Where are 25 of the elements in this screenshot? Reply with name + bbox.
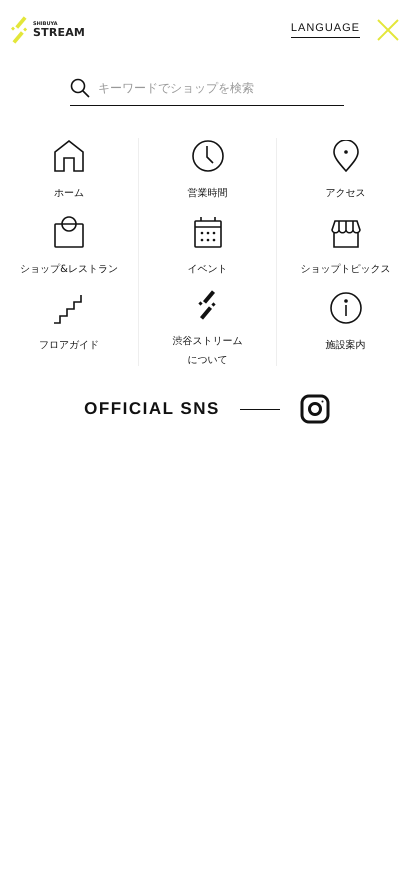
logo-mark-icon bbox=[198, 290, 218, 320]
menu-item[interactable]: フロアガイド bbox=[39, 290, 99, 362]
storefront-icon bbox=[330, 220, 360, 248]
calendar-icon bbox=[194, 216, 222, 248]
stairs-icon bbox=[54, 294, 84, 324]
location-pin-icon bbox=[332, 140, 358, 172]
search-icon bbox=[70, 78, 90, 98]
menu-item[interactable]: 施設案内 bbox=[326, 290, 366, 362]
shopping-bag-icon bbox=[54, 216, 84, 248]
sns-heading: OFFICIAL SNS bbox=[84, 399, 220, 419]
clock-icon bbox=[192, 140, 224, 172]
menu-item[interactable]: ショップトピックス bbox=[300, 214, 390, 286]
logo-title: STREAM bbox=[33, 27, 86, 38]
logo-mark-icon bbox=[10, 16, 30, 44]
instagram-icon[interactable] bbox=[300, 394, 330, 424]
menu-item[interactable]: ホーム bbox=[54, 138, 84, 210]
menu-item[interactable]: 営業時間 bbox=[188, 138, 228, 210]
house-icon bbox=[54, 140, 84, 172]
language-link[interactable]: LANGUAGE bbox=[290, 22, 360, 38]
menu-item[interactable]: アクセス bbox=[326, 138, 366, 210]
menu-item[interactable]: ショップ&レストラン bbox=[20, 214, 118, 286]
menu-item[interactable]: イベント bbox=[188, 214, 228, 286]
menu-item[interactable]: 渋谷ストリーム について bbox=[172, 290, 242, 362]
search-field[interactable]: キーワードでショップを検索 bbox=[96, 80, 344, 96]
info-icon bbox=[330, 292, 362, 324]
